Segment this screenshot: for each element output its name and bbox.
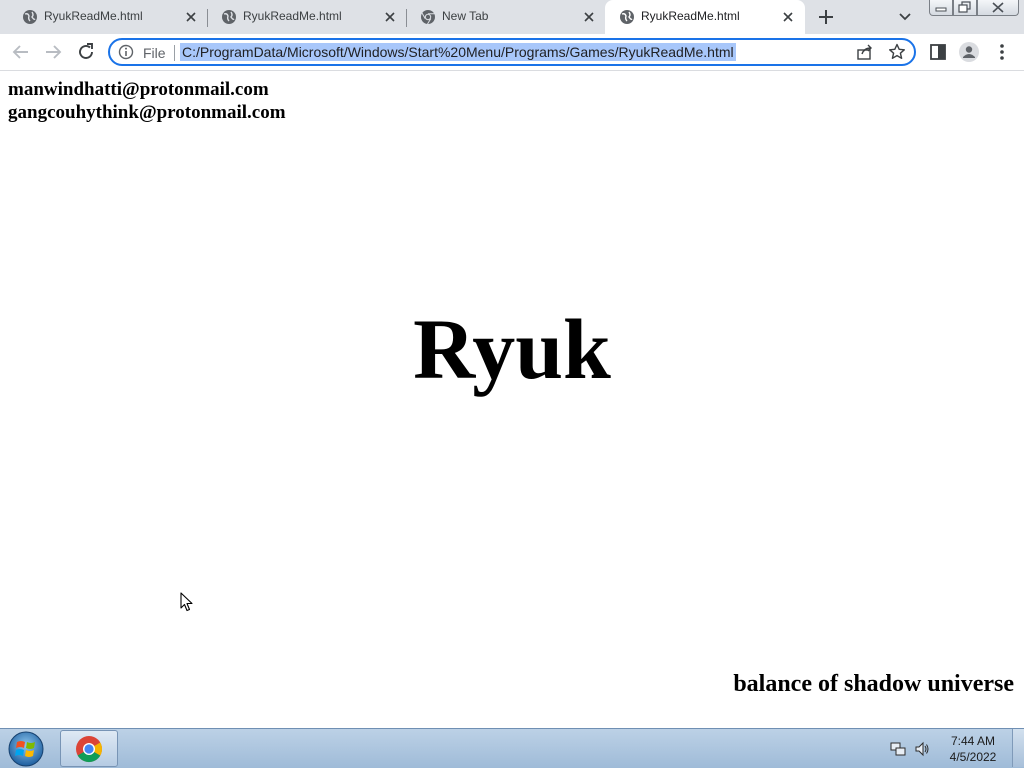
clock-time: 7:44 AM: [950, 734, 996, 748]
url-text[interactable]: C:/ProgramData/Microsoft/Windows/Start%2…: [180, 43, 736, 61]
menu-kebab-icon[interactable]: [991, 41, 1013, 63]
tab-ryukreadme-2[interactable]: RyukReadMe.html: [207, 0, 407, 34]
chrome-icon: [421, 10, 435, 25]
reload-button[interactable]: [75, 41, 97, 63]
tab-strip: RyukReadMe.html RyukReadMe.html New Tab …: [0, 0, 1024, 34]
tab-new-tab[interactable]: New Tab: [406, 0, 606, 34]
taskbar-chrome-button[interactable]: [60, 730, 118, 767]
globe-icon: [23, 10, 37, 24]
security-chip-label: File: [143, 45, 166, 61]
contact-email: manwindhatti@protonmail.com: [8, 79, 269, 100]
omnibox-divider: [174, 45, 175, 61]
profile-avatar-icon[interactable]: [958, 41, 980, 63]
close-icon[interactable]: [383, 10, 397, 24]
tab-ryukreadme-1[interactable]: RyukReadMe.html: [8, 0, 208, 34]
tab-title: RyukReadMe.html: [44, 9, 143, 23]
tab-title: RyukReadMe.html: [641, 9, 740, 23]
network-icon[interactable]: [890, 741, 906, 757]
tab-title: RyukReadMe.html: [243, 9, 342, 23]
show-desktop-button[interactable]: [1012, 729, 1024, 767]
close-icon[interactable]: [184, 10, 198, 24]
back-button[interactable]: [10, 41, 32, 63]
bookmark-star-icon[interactable]: [888, 43, 906, 61]
mouse-cursor-icon: [180, 592, 193, 612]
footer-text: balance of shadow universe: [733, 671, 1014, 697]
tab-search-chevron-icon[interactable]: [894, 6, 916, 28]
start-button[interactable]: [6, 730, 46, 768]
share-icon[interactable]: [856, 43, 874, 61]
page-title: Ryuk: [413, 301, 611, 397]
restore-button[interactable]: [953, 0, 977, 16]
side-panel-icon[interactable]: [927, 41, 949, 63]
close-window-icon: [992, 2, 1004, 13]
browser-toolbar: File C:/ProgramData/Microsoft/Windows/St…: [0, 34, 1024, 71]
minimize-button[interactable]: [929, 0, 953, 16]
contact-email: gangcouhythink@protonmail.com: [8, 102, 286, 123]
minimize-icon: [935, 7, 947, 12]
close-icon[interactable]: [781, 10, 795, 24]
close-icon[interactable]: [582, 10, 596, 24]
taskbar-clock[interactable]: 7:44 AM 4/5/2022: [940, 733, 1006, 765]
taskbar: 7:44 AM 4/5/2022: [0, 728, 1024, 768]
chrome-icon: [76, 736, 103, 763]
info-icon[interactable]: [118, 44, 134, 60]
page-content: manwindhatti@protonmail.com gangcouhythi…: [0, 71, 1024, 728]
globe-icon: [620, 10, 634, 24]
globe-icon: [222, 10, 236, 24]
restore-icon: [958, 1, 971, 13]
clock-date: 4/5/2022: [949, 750, 997, 764]
volume-icon[interactable]: [914, 741, 930, 757]
close-window-button[interactable]: [977, 0, 1019, 16]
tab-ryukreadme-active[interactable]: RyukReadMe.html: [605, 0, 805, 34]
address-bar[interactable]: File C:/ProgramData/Microsoft/Windows/St…: [108, 38, 916, 66]
screen: RyukReadMe.html RyukReadMe.html New Tab …: [0, 0, 1024, 768]
forward-button[interactable]: [42, 41, 64, 63]
tab-title: New Tab: [442, 9, 489, 23]
new-tab-button[interactable]: [814, 5, 838, 29]
